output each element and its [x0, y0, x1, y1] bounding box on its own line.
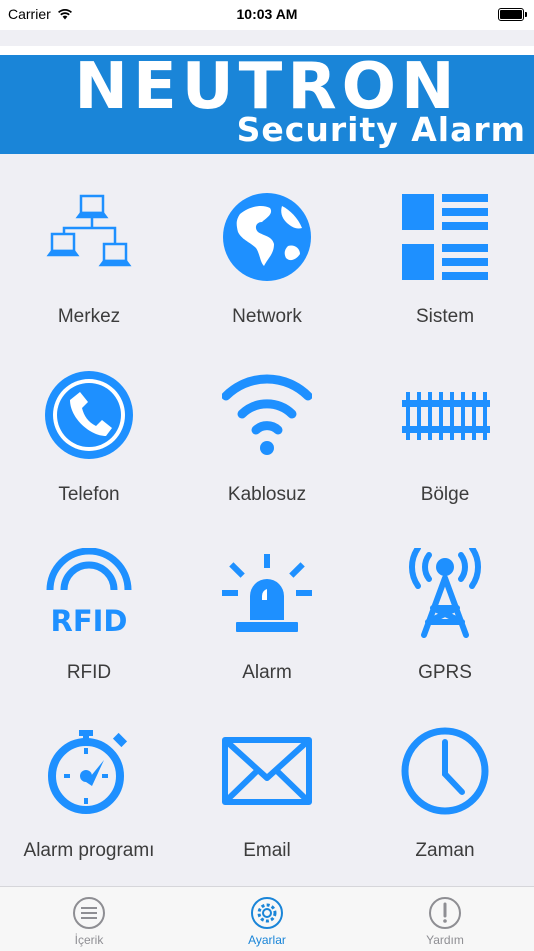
- status-time: 10:03 AM: [236, 6, 298, 22]
- globe-icon: [222, 192, 312, 282]
- tab-yardim[interactable]: Yardım: [356, 887, 534, 951]
- grid-label: Alarm: [242, 662, 292, 683]
- settings-grid: Merkez Network Sistem Telefon Kablosuz B…: [0, 154, 534, 886]
- envelope-icon: [222, 726, 312, 816]
- siren-icon: [222, 548, 312, 638]
- grid-label: Email: [243, 840, 291, 861]
- tab-label: Ayarlar: [248, 933, 286, 947]
- grid-item-bolge[interactable]: Bölge: [356, 332, 534, 508]
- battery-icon: [498, 8, 527, 21]
- grid-label: GPRS: [418, 662, 472, 683]
- grid-item-sistem[interactable]: Sistem: [356, 154, 534, 330]
- grid-label: Sistem: [415, 306, 475, 327]
- network-computers-icon: [44, 192, 134, 282]
- tab-ayarlar[interactable]: Ayarlar: [178, 887, 356, 951]
- exclamation-icon: [429, 897, 461, 929]
- grid-item-merkez[interactable]: Merkez: [0, 154, 178, 330]
- svg-text:RFID: RFID: [50, 604, 127, 638]
- brand-subtitle: Security Alarm: [236, 110, 526, 149]
- menu-lines-icon: [73, 897, 105, 929]
- grid-label: Kablosuz: [227, 484, 307, 505]
- grid-label: Network: [232, 306, 302, 327]
- grid-item-gprs[interactable]: GPRS: [356, 510, 534, 686]
- antenna-tower-icon: [400, 548, 490, 638]
- grid-item-alarm-programi[interactable]: Alarm programı: [0, 688, 178, 864]
- grid-item-telefon[interactable]: Telefon: [0, 332, 178, 508]
- tab-label: Yardım: [426, 933, 464, 947]
- grid-item-zaman[interactable]: Zaman: [356, 688, 534, 864]
- grid-item-kablosuz[interactable]: Kablosuz: [178, 332, 356, 508]
- battery-level: [500, 10, 522, 19]
- grid-item-network[interactable]: Network: [178, 154, 356, 330]
- grid-label: Alarm programı: [23, 840, 155, 861]
- grid-label: Telefon: [58, 484, 120, 505]
- banner-area: NEUTRON Security Alarm: [0, 46, 534, 154]
- grid-item-alarm[interactable]: Alarm: [178, 510, 356, 686]
- phone-icon: [44, 370, 134, 460]
- grid-label: Zaman: [415, 840, 475, 861]
- grid-label: RFID: [66, 662, 112, 683]
- list-blocks-icon: [400, 192, 490, 282]
- grid-label: Bölge: [420, 484, 470, 505]
- clock-icon: [400, 726, 490, 816]
- grid-item-email[interactable]: Email: [178, 688, 356, 864]
- tab-label: İçerik: [74, 933, 104, 947]
- grid-label: Merkez: [57, 306, 121, 327]
- stopwatch-icon: [44, 726, 134, 816]
- tab-icerik[interactable]: İçerik: [0, 887, 178, 951]
- zone-rail-icon: [400, 370, 490, 460]
- status-bar: Carrier 10:03 AM: [0, 0, 534, 30]
- rfid-icon: RFID: [44, 548, 134, 638]
- wifi-icon: [222, 370, 312, 460]
- grid-item-rfid[interactable]: RFID RFID: [0, 510, 178, 686]
- tab-bar: İçerik Ayarlar Yardım: [0, 886, 534, 951]
- gear-icon: [251, 897, 283, 929]
- brand-banner: NEUTRON Security Alarm: [0, 55, 534, 154]
